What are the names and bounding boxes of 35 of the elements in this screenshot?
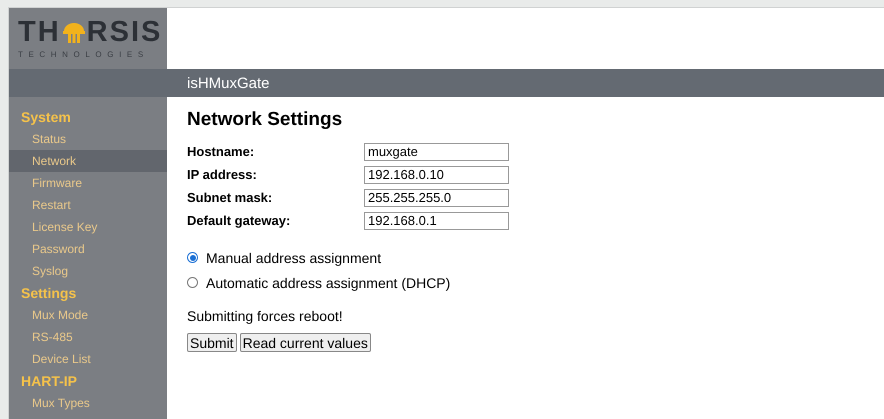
field-label: Default gateway: <box>187 213 292 228</box>
radio-label: Automatic address assignment (DHCP) <box>206 274 450 290</box>
sidebar-item[interactable]: Firmware <box>9 172 167 194</box>
radio-button[interactable] <box>187 277 198 288</box>
sidebar-item[interactable]: Network <box>9 150 167 172</box>
input-field[interactable]: 192.168.0.1 <box>364 212 509 230</box>
page-title: Network Settings <box>187 109 344 131</box>
sidebar-item[interactable]: Device List <box>9 348 167 370</box>
device-title: isHMuxGate <box>186 74 271 92</box>
field-label: IP address: <box>187 167 258 182</box>
sidebar-item[interactable]: Restart <box>9 194 167 216</box>
sidebar-item[interactable]: License Key <box>9 216 167 238</box>
radio-label: Manual address assignment <box>206 250 382 266</box>
sidebar-item[interactable]: Status <box>9 128 167 150</box>
sidebar-item[interactable]: Mux Types <box>9 392 167 414</box>
sidebar-section-title: HART-IP <box>20 372 78 391</box>
field-label: Hostname: <box>187 144 256 159</box>
input-field[interactable]: muxgate <box>364 142 509 160</box>
sidebar-item[interactable]: RS-485 <box>9 326 167 348</box>
radio-button[interactable] <box>187 252 198 263</box>
sidebar-section-title: System <box>20 108 72 127</box>
sidebar-item[interactable]: Mux Mode <box>9 304 167 326</box>
field-label: Subnet mask: <box>187 190 274 205</box>
form-button[interactable]: Submit <box>187 333 237 352</box>
sidebar-item[interactable]: Password <box>9 238 167 260</box>
logo-text: TH <box>18 18 61 47</box>
pillar-logo-icon <box>60 20 87 44</box>
logo-tagline: TECHNOLOGIES <box>18 50 150 59</box>
sidebar-item[interactable]: Syslog <box>9 260 167 282</box>
input-field[interactable]: 255.255.255.0 <box>364 188 509 206</box>
sidebar-section-title: Settings <box>20 284 78 303</box>
logo-text: RSIS <box>86 18 162 47</box>
reboot-note: Submitting forces reboot! <box>187 308 344 324</box>
input-field[interactable]: 192.168.0.10 <box>364 166 509 184</box>
form-button[interactable]: Read current values <box>240 333 371 352</box>
